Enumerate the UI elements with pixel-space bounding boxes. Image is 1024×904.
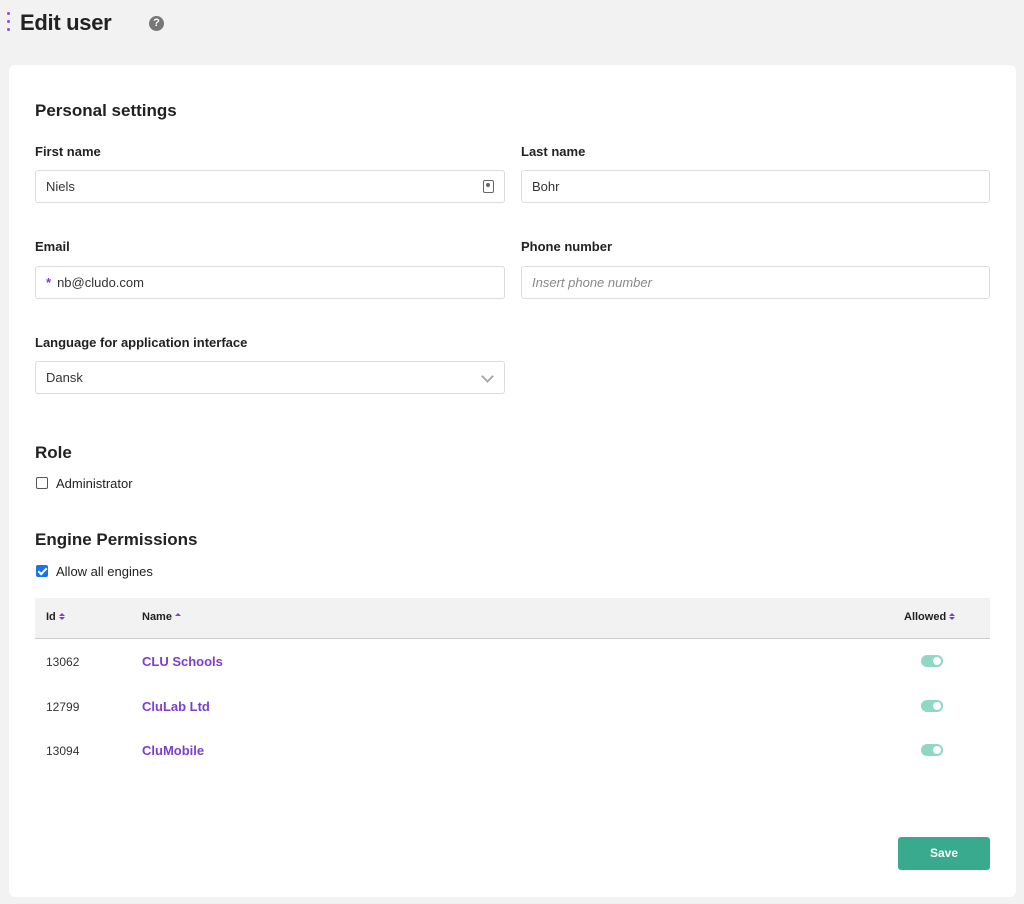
name-column-label: Name xyxy=(142,611,172,623)
required-asterisk: * xyxy=(46,275,52,290)
id-column-label: Id xyxy=(46,611,56,623)
first-name-value: Niels xyxy=(46,179,75,194)
last-name-value: Bohr xyxy=(532,179,560,194)
id-column-header[interactable]: Id xyxy=(46,611,65,623)
engine-permissions-title: Engine Permissions xyxy=(35,530,198,549)
name-column-header[interactable]: Name xyxy=(142,611,181,623)
save-button[interactable]: Save xyxy=(898,837,990,870)
engine-id: 13062 xyxy=(46,655,80,669)
allowed-column-header[interactable]: Allowed xyxy=(904,611,956,623)
edit-user-card: Personal settings First name Niels Last … xyxy=(9,65,1016,897)
allow-all-engines-checkbox[interactable] xyxy=(36,565,48,577)
administrator-label[interactable]: Administrator xyxy=(56,476,133,491)
allowed-toggle[interactable] xyxy=(921,744,943,756)
last-name-field[interactable]: Bohr xyxy=(521,170,990,203)
menu-dots-icon[interactable] xyxy=(7,12,11,38)
help-icon[interactable]: ? xyxy=(149,16,164,31)
table-row: 12799 CluLab Ltd xyxy=(35,685,990,729)
language-label: Language for application interface xyxy=(35,335,248,350)
sort-icon xyxy=(58,613,65,621)
engine-name-link[interactable]: CluLab Ltd xyxy=(142,699,210,714)
allow-all-engines-label[interactable]: Allow all engines xyxy=(56,564,153,579)
phone-label: Phone number xyxy=(521,239,613,254)
personal-settings-title: Personal settings xyxy=(35,101,177,120)
email-value: nb@cludo.com xyxy=(57,275,144,290)
page-title: Edit user xyxy=(20,10,112,35)
phone-field[interactable]: Insert phone number xyxy=(521,266,990,299)
phone-placeholder: Insert phone number xyxy=(532,275,652,290)
engine-id: 12799 xyxy=(46,700,80,714)
first-name-label: First name xyxy=(35,144,101,159)
table-row: 13062 CLU Schools xyxy=(35,640,990,684)
table-header: Id Name Allowed xyxy=(35,598,990,639)
allowed-column-label: Allowed xyxy=(904,611,947,623)
chevron-down-icon xyxy=(481,370,494,383)
page-header: Edit user ? xyxy=(0,0,1024,50)
first-name-field[interactable]: Niels xyxy=(35,170,505,203)
engine-id: 13094 xyxy=(46,744,80,758)
sort-ascending-icon xyxy=(174,613,181,621)
sort-icon xyxy=(949,613,956,621)
allowed-toggle[interactable] xyxy=(921,700,943,712)
email-label: Email xyxy=(35,239,70,254)
last-name-label: Last name xyxy=(521,144,586,159)
administrator-checkbox[interactable] xyxy=(36,477,48,489)
engine-name-link[interactable]: CLU Schools xyxy=(142,654,223,669)
contact-card-icon xyxy=(483,180,494,193)
engine-name-link[interactable]: CluMobile xyxy=(142,743,204,758)
language-select[interactable]: Dansk xyxy=(35,361,505,394)
table-row: 13094 CluMobile xyxy=(35,729,990,773)
allowed-toggle[interactable] xyxy=(921,655,943,667)
language-value: Dansk xyxy=(46,370,83,385)
email-field[interactable]: * nb@cludo.com xyxy=(35,266,505,299)
role-title: Role xyxy=(35,443,72,462)
